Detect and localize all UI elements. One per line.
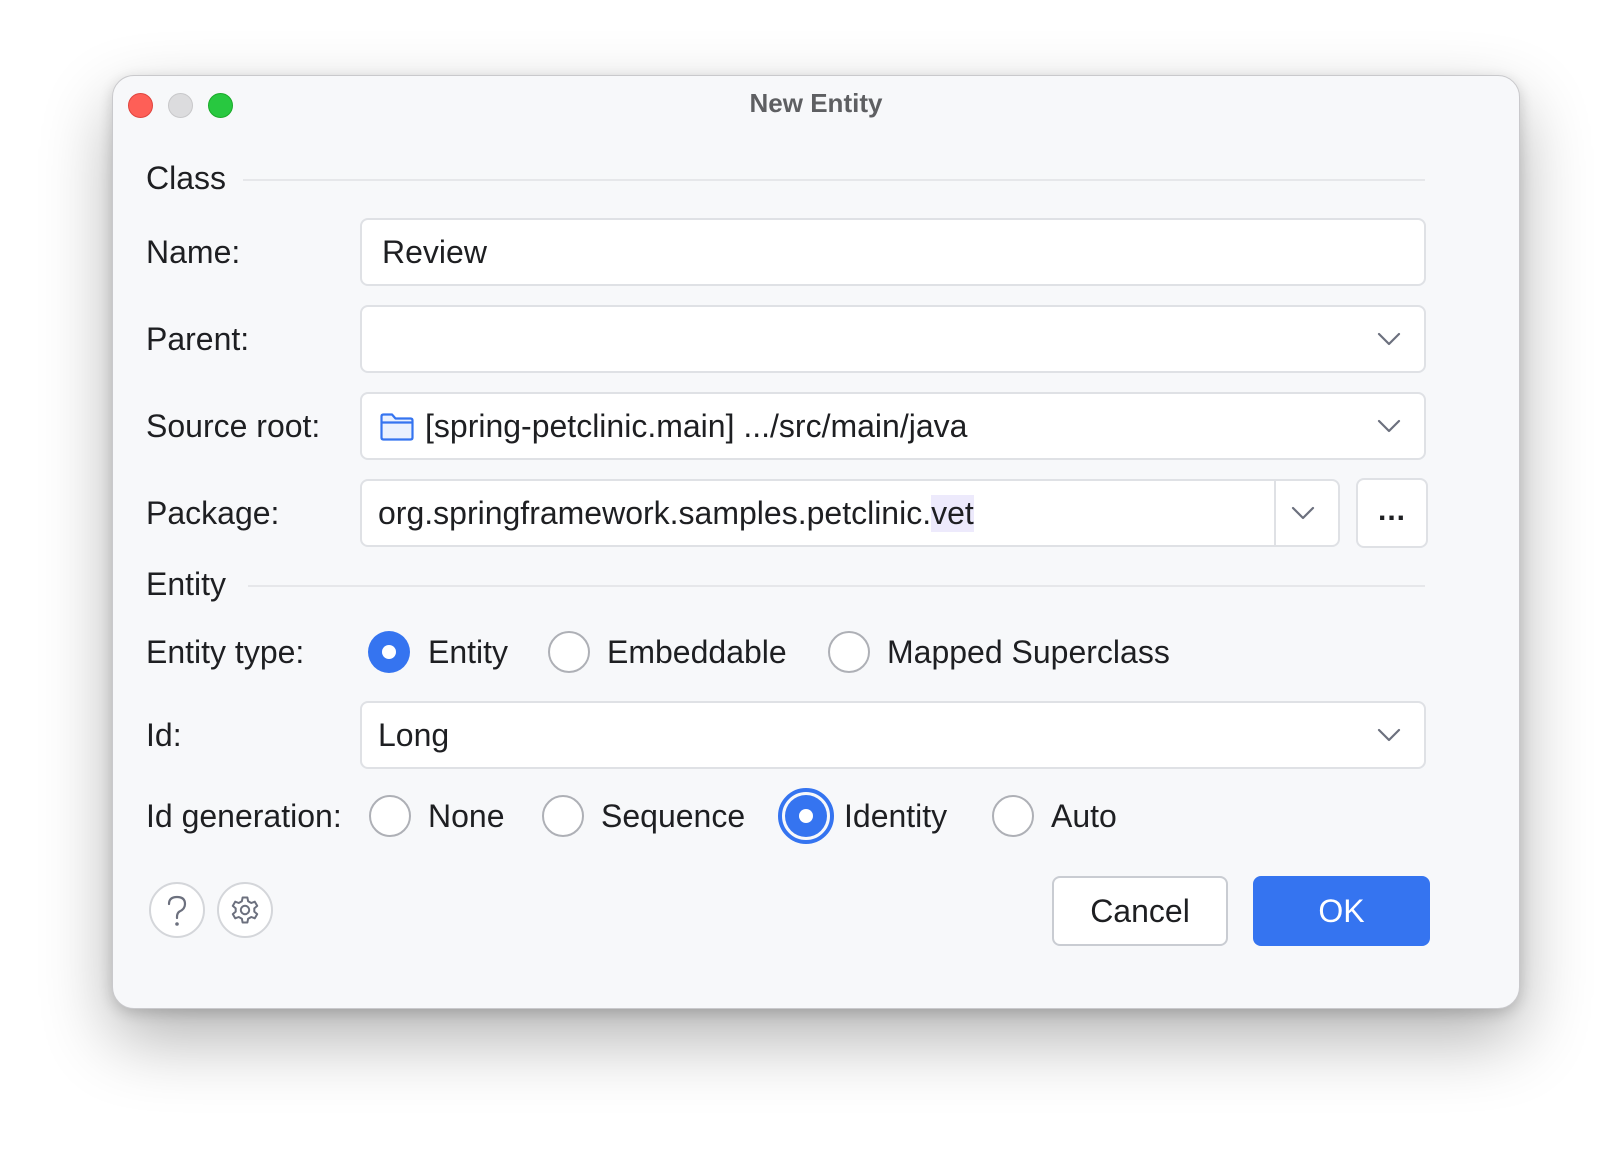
- id-generation-none-label[interactable]: None: [428, 798, 505, 835]
- source-root-combobox[interactable]: [spring-petclinic.main] .../src/main/jav…: [360, 392, 1426, 460]
- id-type-value: Long: [378, 716, 450, 753]
- name-value: Review: [382, 233, 487, 270]
- package-prefix: org.springframework.samples.petclinic.: [378, 494, 932, 531]
- id-generation-sequence-radio[interactable]: [542, 795, 584, 837]
- id-generation-label: Id generation:: [146, 798, 342, 834]
- question-mark-icon: [167, 895, 187, 926]
- entity-section-divider: [248, 585, 1425, 587]
- window-title: New Entity: [749, 88, 883, 118]
- id-generation-auto-radio[interactable]: [992, 795, 1034, 837]
- package-dropdown-separator: [1274, 481, 1276, 545]
- id-generation-auto-label[interactable]: Auto: [1051, 798, 1117, 835]
- new-entity-dialog: New Entity Class Name: Review Parent: So…: [112, 75, 1520, 1009]
- browse-package-button[interactable]: ...: [1356, 478, 1428, 548]
- gear-icon: [231, 896, 259, 924]
- id-generation-identity-radio[interactable]: [778, 788, 834, 844]
- entity-type-entity-radio[interactable]: [368, 631, 410, 673]
- source-root-value: [spring-petclinic.main] .../src/main/jav…: [425, 407, 968, 444]
- package-value[interactable]: org.springframework.samples.petclinic. ve…: [378, 481, 974, 545]
- entity-type-mapped-superclass-radio[interactable]: [828, 631, 870, 673]
- package-combobox[interactable]: org.springframework.samples.petclinic. ve…: [360, 479, 1340, 547]
- name-input[interactable]: Review: [360, 218, 1426, 286]
- id-label: Id:: [146, 717, 182, 753]
- entity-type-mapped-superclass-label[interactable]: Mapped Superclass: [887, 634, 1170, 671]
- name-label: Name:: [146, 234, 241, 270]
- chevron-down-icon[interactable]: [1290, 505, 1316, 521]
- settings-button[interactable]: [217, 882, 273, 938]
- entity-type-embeddable-radio[interactable]: [548, 631, 590, 673]
- entity-type-embeddable-label[interactable]: Embeddable: [607, 634, 787, 671]
- package-label: Package:: [146, 495, 280, 531]
- entity-type-label: Entity type:: [146, 634, 305, 670]
- entity-section-title: Entity: [146, 566, 227, 602]
- cancel-button[interactable]: Cancel: [1052, 876, 1228, 946]
- parent-combobox[interactable]: [360, 305, 1426, 373]
- help-button[interactable]: [149, 882, 205, 938]
- parent-label: Parent:: [146, 321, 250, 357]
- chevron-down-icon[interactable]: [1376, 331, 1402, 347]
- id-generation-sequence-label[interactable]: Sequence: [601, 798, 745, 835]
- id-type-combobox[interactable]: Long: [360, 701, 1426, 769]
- id-generation-none-radio[interactable]: [369, 795, 411, 837]
- ok-button[interactable]: OK: [1253, 876, 1430, 946]
- chevron-down-icon[interactable]: [1376, 727, 1402, 743]
- folder-icon: [380, 413, 414, 441]
- class-section-title: Class: [146, 160, 227, 196]
- class-section-divider: [243, 179, 1425, 181]
- source-root-label: Source root:: [146, 408, 321, 444]
- package-suffix-highlighted: vet: [931, 494, 974, 532]
- entity-type-entity-label[interactable]: Entity: [428, 634, 508, 671]
- id-generation-identity-label[interactable]: Identity: [844, 798, 947, 835]
- chevron-down-icon[interactable]: [1376, 418, 1402, 434]
